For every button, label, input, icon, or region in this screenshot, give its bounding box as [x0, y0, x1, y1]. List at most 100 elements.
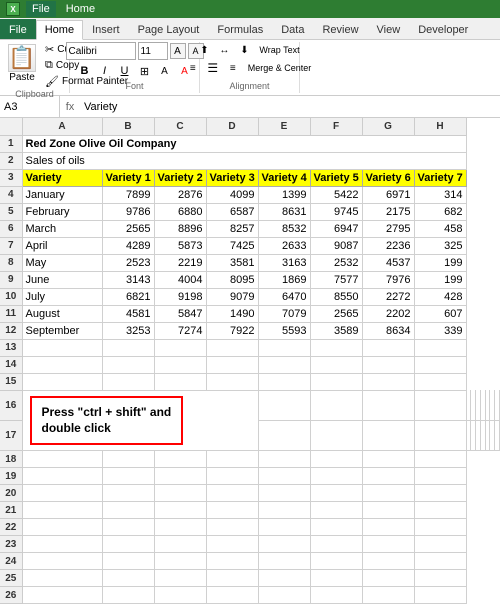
table-cell[interactable]: Variety 6: [362, 169, 414, 186]
table-cell[interactable]: [258, 587, 310, 604]
table-cell[interactable]: [258, 373, 310, 390]
table-cell[interactable]: [310, 536, 362, 553]
table-cell[interactable]: 7976: [362, 271, 414, 288]
table-cell[interactable]: April: [22, 237, 102, 254]
table-cell[interactable]: [102, 373, 154, 390]
align-right-button[interactable]: ≡: [224, 60, 242, 76]
font-size-input[interactable]: [138, 42, 168, 60]
table-cell[interactable]: [362, 390, 414, 420]
table-cell[interactable]: [362, 373, 414, 390]
bold-button[interactable]: B: [76, 62, 94, 80]
table-cell[interactable]: 2876: [154, 186, 206, 203]
table-cell[interactable]: [414, 339, 466, 356]
table-cell[interactable]: [102, 536, 154, 553]
table-cell[interactable]: 9087: [310, 237, 362, 254]
row-header[interactable]: 19: [0, 468, 22, 485]
table-cell[interactable]: 8550: [310, 288, 362, 305]
row-header[interactable]: 4: [0, 186, 22, 203]
table-cell[interactable]: Variety 4: [258, 169, 310, 186]
table-cell[interactable]: [414, 390, 466, 420]
table-cell[interactable]: [154, 536, 206, 553]
table-cell[interactable]: 2236: [362, 237, 414, 254]
table-cell[interactable]: [258, 536, 310, 553]
table-cell[interactable]: January: [22, 186, 102, 203]
table-cell[interactable]: [362, 339, 414, 356]
table-cell[interactable]: [362, 468, 414, 485]
table-cell[interactable]: [362, 485, 414, 502]
row-header[interactable]: 17: [0, 420, 22, 450]
table-cell[interactable]: [206, 502, 258, 519]
table-cell[interactable]: [362, 587, 414, 604]
table-cell[interactable]: [22, 356, 102, 373]
table-cell[interactable]: 9786: [102, 203, 154, 220]
table-cell[interactable]: [258, 485, 310, 502]
table-cell[interactable]: [206, 519, 258, 536]
table-cell[interactable]: [414, 502, 466, 519]
table-cell[interactable]: 6947: [310, 220, 362, 237]
table-cell[interactable]: June: [22, 271, 102, 288]
table-cell[interactable]: Press "ctrl + shift" anddouble click: [22, 390, 258, 451]
table-cell[interactable]: 6821: [102, 288, 154, 305]
row-header[interactable]: 16: [0, 390, 22, 420]
table-cell[interactable]: [206, 373, 258, 390]
table-cell[interactable]: [206, 587, 258, 604]
table-cell[interactable]: 4581: [102, 305, 154, 322]
table-cell[interactable]: [154, 373, 206, 390]
col-header-b[interactable]: B: [102, 118, 154, 135]
table-cell[interactable]: [22, 502, 102, 519]
align-middle-button[interactable]: ↔: [215, 42, 233, 58]
tab-insert[interactable]: Insert: [83, 19, 129, 39]
table-cell[interactable]: [22, 570, 102, 587]
table-cell[interactable]: 2523: [102, 254, 154, 271]
table-cell[interactable]: [495, 420, 500, 450]
table-cell[interactable]: [206, 485, 258, 502]
table-cell[interactable]: 7922: [206, 322, 258, 339]
table-cell[interactable]: [310, 373, 362, 390]
table-cell[interactable]: [102, 570, 154, 587]
row-header[interactable]: 9: [0, 271, 22, 288]
table-cell[interactable]: 6587: [206, 203, 258, 220]
table-cell[interactable]: [154, 553, 206, 570]
table-cell[interactable]: 458: [414, 220, 466, 237]
table-cell[interactable]: 5593: [258, 322, 310, 339]
table-cell[interactable]: [362, 570, 414, 587]
table-cell[interactable]: 2795: [362, 220, 414, 237]
table-cell[interactable]: [362, 536, 414, 553]
tab-developer[interactable]: Developer: [409, 19, 477, 39]
table-cell[interactable]: 8532: [258, 220, 310, 237]
row-header[interactable]: 5: [0, 203, 22, 220]
row-header[interactable]: 1: [0, 135, 22, 152]
col-header-c[interactable]: C: [154, 118, 206, 135]
table-cell[interactable]: 7899: [102, 186, 154, 203]
table-cell[interactable]: [310, 468, 362, 485]
table-cell[interactable]: [206, 536, 258, 553]
tab-view[interactable]: View: [368, 19, 410, 39]
table-cell[interactable]: [206, 356, 258, 373]
name-box[interactable]: A3: [0, 96, 60, 117]
row-header[interactable]: 20: [0, 485, 22, 502]
table-cell[interactable]: [258, 390, 310, 420]
table-cell[interactable]: 9745: [310, 203, 362, 220]
table-cell[interactable]: [310, 356, 362, 373]
tab-file[interactable]: File: [0, 19, 36, 39]
table-cell[interactable]: 7079: [258, 305, 310, 322]
table-cell[interactable]: [206, 339, 258, 356]
row-header[interactable]: 10: [0, 288, 22, 305]
align-top-button[interactable]: ⬆: [195, 42, 213, 58]
table-cell[interactable]: [362, 553, 414, 570]
table-cell[interactable]: February: [22, 203, 102, 220]
table-cell[interactable]: [258, 356, 310, 373]
table-cell[interactable]: [206, 468, 258, 485]
col-header-d[interactable]: D: [206, 118, 258, 135]
table-cell[interactable]: 3163: [258, 254, 310, 271]
col-header-a[interactable]: A: [22, 118, 102, 135]
table-cell[interactable]: 7274: [154, 322, 206, 339]
row-header[interactable]: 22: [0, 519, 22, 536]
table-cell[interactable]: [310, 587, 362, 604]
table-cell[interactable]: [414, 356, 466, 373]
tab-formulas[interactable]: Formulas: [208, 19, 272, 39]
table-cell[interactable]: [154, 356, 206, 373]
table-cell[interactable]: 428: [414, 288, 466, 305]
table-cell[interactable]: [310, 451, 362, 468]
table-cell[interactable]: [22, 519, 102, 536]
